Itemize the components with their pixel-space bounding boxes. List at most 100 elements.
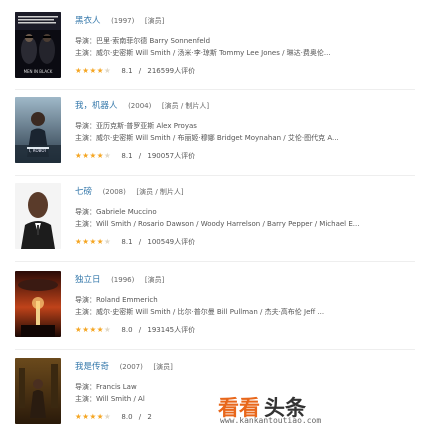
star-icon: ★ <box>96 325 104 334</box>
movie-roles: [演员] <box>153 363 173 371</box>
rating-score: 8.1 <box>121 238 133 246</box>
rating-votes: 193145人评价 <box>147 326 196 334</box>
star-icon: ★ <box>103 66 112 75</box>
rating-separator: / <box>138 238 142 246</box>
director-label: 导演： <box>75 122 96 130</box>
divider <box>15 349 415 350</box>
cast-label: 主演： <box>75 134 96 142</box>
title-row: 我，机器人 (2004) [演员 / 制片人] <box>75 99 209 113</box>
watermark: 看看 头条 www.kankantoutiao.com <box>218 392 388 432</box>
rating-score: 8.1 <box>121 152 133 160</box>
cast-label: 主演： <box>75 395 96 403</box>
cast-names: 威尔·史密斯 Will Smith / 汤米·李·琼斯 Tommy Lee Jo… <box>96 49 331 57</box>
rating-separator: / <box>138 67 142 75</box>
star-icon: ★ <box>89 66 97 75</box>
list-item: 七磅 (2008) [演员 / 制片人] 导演：Gabriele Muccino… <box>0 183 430 269</box>
poster-caption: I, ROBOT <box>29 148 47 153</box>
star-icon: ★ <box>89 237 97 246</box>
cast-label: 主演： <box>75 220 96 228</box>
movie-title-link[interactable]: 独立日 <box>75 275 101 285</box>
rating-votes: 100549人评价 <box>147 238 196 246</box>
cast-line: 主演：威尔·史密斯 Will Smith / 比尔·普尔曼 Bill Pullm… <box>75 307 430 319</box>
director-label: 导演： <box>75 37 96 45</box>
cast-names: 威尔·史密斯 Will Smith / 布丽姬·穆娜 Bridget Moyna… <box>96 134 339 142</box>
rating-stars: ★★★★★ <box>75 325 111 334</box>
movie-poster[interactable]: MEN IN BLACK <box>15 12 61 78</box>
star-icon: ★ <box>103 151 112 160</box>
movie-year: (2004) <box>128 102 152 110</box>
i-am-legend-poster-icon <box>15 358 61 424</box>
star-icon: ★ <box>103 325 112 334</box>
rating-score: 8.1 <box>121 67 133 75</box>
watermark-url: www.kankantoutiao.com <box>220 416 322 425</box>
rating-votes: 190057人评价 <box>147 152 196 160</box>
list-item: 独立日 (1996) [演员] 导演：Roland Emmerich 主演：威尔… <box>0 271 430 357</box>
movie-year: (1996) <box>111 276 135 284</box>
cast-line: 主演：Will Smith / Rosario Dawson / Woody H… <box>75 219 430 231</box>
rating-stars: ★★★★★ <box>75 237 111 246</box>
director-name: 巴里·索南菲尔德 Barry Sonnenfeld <box>96 37 211 45</box>
rating-votes: 216599人评价 <box>147 67 196 75</box>
director-name: 亚历克斯·普罗亚斯 Alex Proyas <box>96 122 197 130</box>
star-icon: ★ <box>96 237 104 246</box>
divider <box>15 175 415 176</box>
movie-poster[interactable]: I, ROBOT <box>15 97 61 163</box>
movie-roles: [演员 / 制片人] <box>136 188 184 196</box>
rating-separator: / <box>138 413 142 421</box>
director-line: 导演：亚历克斯·普罗亚斯 Alex Proyas <box>75 121 430 133</box>
movie-roles: [演员] <box>144 276 165 284</box>
rating-stars: ★★★★★ <box>75 151 111 160</box>
movie-poster[interactable] <box>15 183 61 249</box>
rating-row: ★★★★★ 8.1 / 216599人评价 <box>75 66 195 78</box>
divider <box>15 261 415 262</box>
star-icon: ★ <box>103 237 112 246</box>
title-row: 我是传奇 (2007) [演员] <box>75 360 173 374</box>
star-icon: ★ <box>103 412 112 421</box>
seven-pounds-poster-icon <box>15 183 61 249</box>
cast-line: 主演：威尔·史密斯 Will Smith / 布丽姬·穆娜 Bridget Mo… <box>75 133 430 145</box>
rating-score: 8.0 <box>121 326 133 334</box>
movie-title-link[interactable]: 七磅 <box>75 187 92 197</box>
movie-poster[interactable] <box>15 271 61 337</box>
title-row: 独立日 (1996) [演员] <box>75 273 164 287</box>
director-name: Gabriele Muccino <box>96 208 157 216</box>
star-icon: ★ <box>89 325 97 334</box>
director-name: Francis Law <box>96 383 137 391</box>
divider <box>15 89 415 90</box>
i-robot-poster-icon <box>15 97 61 163</box>
rating-votes: 2 <box>147 413 152 421</box>
list-item: I, ROBOT 我，机器人 (2004) [演员 / 制片人] 导演：亚历克斯… <box>0 97 430 183</box>
director-label: 导演： <box>75 296 96 304</box>
rating-score: 8.0 <box>121 413 133 421</box>
rating-row: ★★★★★ 8.1 / 100549人评价 <box>75 237 195 249</box>
rating-separator: / <box>138 152 142 160</box>
list-item: MEN IN BLACK 黑衣人 (1997) [演员] 导演：巴里·索南菲尔德… <box>0 12 430 98</box>
star-icon: ★ <box>96 151 104 160</box>
movie-roles: [演员 / 制片人] <box>161 102 210 110</box>
title-row: 黑衣人 (1997) [演员] <box>75 14 164 28</box>
director-label: 导演： <box>75 208 96 216</box>
star-icon: ★ <box>96 66 104 75</box>
movie-title-link[interactable]: 我是传奇 <box>75 362 109 372</box>
director-line: 导演：Gabriele Muccino <box>75 207 430 219</box>
cast-names: Will Smith / Rosario Dawson / Woody Harr… <box>96 220 360 228</box>
director-line: 导演：Roland Emmerich <box>75 295 430 307</box>
movie-title-link[interactable]: 黑衣人 <box>75 16 101 26</box>
star-icon: ★ <box>89 151 97 160</box>
rating-row: ★★★★★ 8.0 / 193145人评价 <box>75 325 195 337</box>
movie-title-link[interactable]: 我，机器人 <box>75 101 118 111</box>
independence-day-poster-icon <box>15 271 61 337</box>
movie-poster[interactable] <box>15 358 61 424</box>
poster-caption: MEN IN BLACK <box>23 69 53 74</box>
movie-year: (2008) <box>102 188 126 196</box>
rating-separator: / <box>138 326 142 334</box>
rating-row: ★★★★★ 8.0 / 2 <box>75 412 152 424</box>
cast-line: 主演：威尔·史密斯 Will Smith / 汤米·李·琼斯 Tommy Lee… <box>75 48 430 60</box>
star-icon: ★ <box>89 412 97 421</box>
rating-stars: ★★★★★ <box>75 66 111 75</box>
title-row: 七磅 (2008) [演员 / 制片人] <box>75 185 184 199</box>
cast-label: 主演： <box>75 49 96 57</box>
cast-label: 主演： <box>75 308 96 316</box>
movie-year: (2007) <box>119 363 143 371</box>
rating-row: ★★★★★ 8.1 / 190057人评价 <box>75 151 195 163</box>
